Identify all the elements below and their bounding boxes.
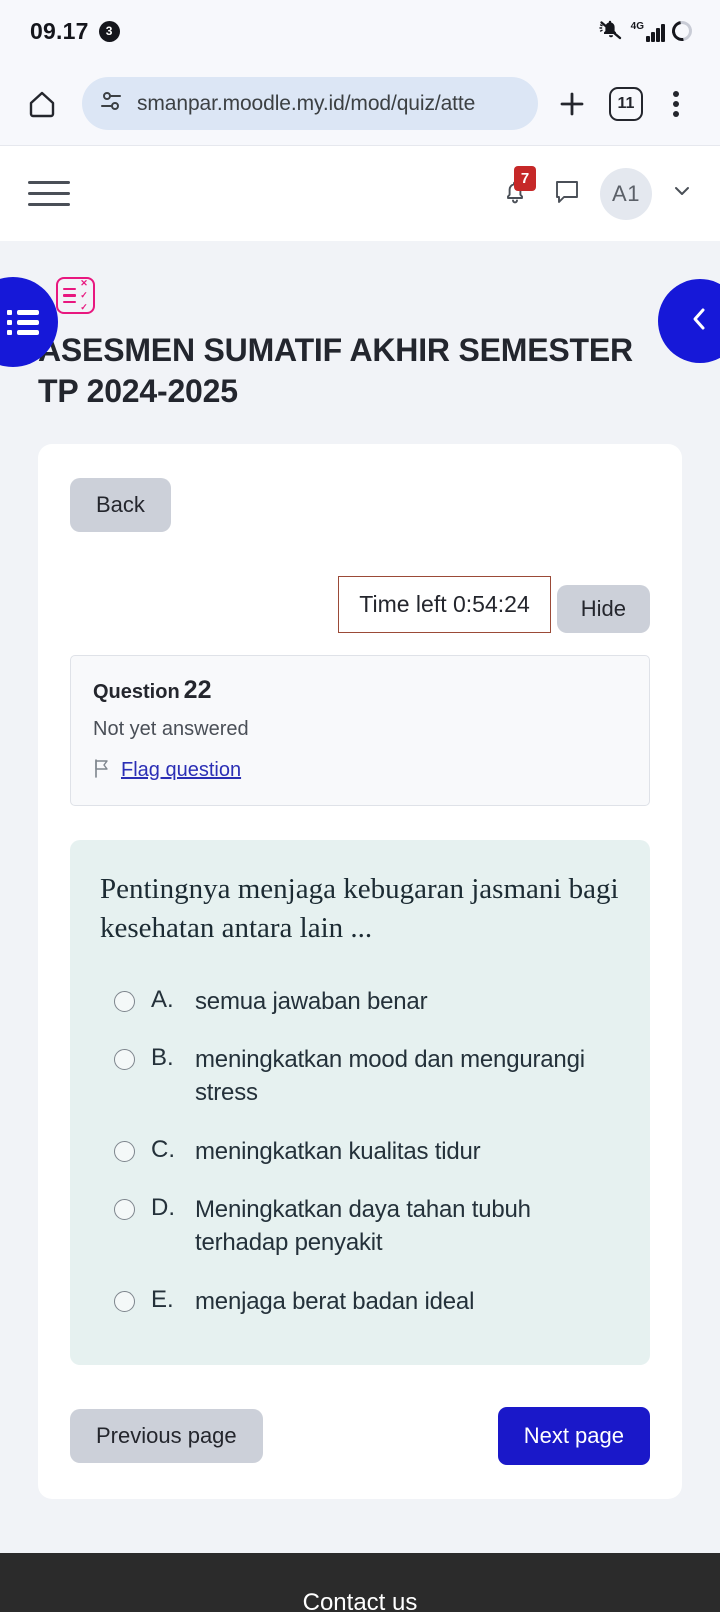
battery-icon [668,17,696,45]
question-panel: Pentingnya menjaga kebugaran jasmani bag… [70,839,650,1366]
answer-letter: B. [151,1044,174,1072]
answer-state: Not yet answered [93,717,249,740]
status-clock: 09.17 [30,17,89,44]
flag-question-link[interactable]: Flag question [121,759,241,782]
address-bar[interactable]: smanpar.moodle.my.id/mod/quiz/atte [82,77,538,130]
notification-count-badge: 3 [98,20,120,42]
site-footer: Contact us [0,1553,720,1612]
answer-text[interactable]: meningkatkan kualitas tidur [195,1136,481,1169]
kebab-menu-icon[interactable] [656,90,696,117]
moodle-navbar: 7 A1 [0,145,720,241]
question-number: 22 [183,675,212,704]
site-settings-icon[interactable] [100,90,124,117]
answer-letter: C. [151,1135,175,1163]
mute-bell-icon [598,17,624,46]
hide-timer-button[interactable]: Hide [556,584,650,633]
chevron-down-icon[interactable] [670,179,694,208]
quiz-icon-lines [63,287,77,304]
answer-text[interactable]: semua jawaban benar [195,986,428,1019]
quiz-timer-row: Time left 0:54:24 Hide [70,575,650,633]
page-title: ASESMEN SUMATIF AKHIR SEMESTER TP 2024-2… [38,332,633,409]
browser-toolbar: smanpar.moodle.my.id/mod/quiz/atte 11 [0,62,720,145]
signal-bars-icon: 4G [631,20,665,42]
answer-option[interactable]: D. Meningkatkan daya tahan tubuh terhada… [114,1181,622,1272]
status-bar-left: 09.17 3 [30,18,120,45]
answer-option[interactable]: A. semua jawaban benar [114,973,622,1032]
quiz-navigation-row: Previous page Next page [70,1407,650,1466]
chevron-left-icon [685,304,715,339]
notification-badge: 7 [514,165,536,191]
answer-text[interactable]: meningkatkan mood dan mengurangi stress [195,1044,622,1109]
next-page-button[interactable]: Next page [497,1407,650,1466]
quiz-attempt-card: Back Time left 0:54:24 Hide Question 22 N… [38,443,682,1500]
back-button[interactable]: Back [70,477,171,532]
radio-button[interactable] [114,1049,135,1071]
tab-count-label[interactable]: 11 [609,86,643,121]
answer-option[interactable]: B. meningkatkan mood dan mengurangi stre… [114,1031,622,1122]
radio-button[interactable] [114,1140,135,1162]
answer-letter: D. [151,1194,175,1222]
answer-option[interactable]: E. menjaga berat badan ideal [114,1273,622,1332]
radio-button[interactable] [114,1290,135,1312]
contact-us-link[interactable]: Contact us [303,1589,418,1612]
navbar-actions: 7 A1 [500,165,694,220]
url-text[interactable]: smanpar.moodle.my.id/mod/quiz/atte [137,92,475,116]
course-index-icon [7,309,39,335]
question-label: Question [93,680,180,703]
answer-letter: A. [151,985,174,1013]
question-info-box: Question 22 Not yet answered Flag questio… [70,654,650,806]
answer-options-list: A. semua jawaban benar B. meningkatkan m… [98,973,622,1331]
avatar[interactable]: A1 [600,167,652,220]
page-body: ✕ ✓ ✓ ASESMEN SUMATIF AKHIR SEMESTER TP 20… [0,277,720,1510]
radio-button[interactable] [114,1199,135,1221]
plus-icon[interactable] [548,80,596,128]
answer-text[interactable]: menjaga berat badan ideal [195,1286,474,1319]
quiz-icon-marks: ✕ ✓ ✓ [80,278,88,312]
hamburger-icon[interactable] [28,175,70,212]
network-type-label: 4G [630,21,644,32]
home-icon[interactable] [18,80,66,128]
system-status-bar: 09.17 3 4G [0,0,720,62]
question-text: Pentingnya menjaga kebugaran jasmani bag… [100,872,619,945]
notifications-button[interactable]: 7 [500,165,536,213]
status-bar-right: 4G [598,17,696,46]
answer-text[interactable]: Meningkatkan daya tahan tubuh terhadap p… [195,1194,622,1259]
answer-letter: E. [151,1285,174,1313]
flag-icon [93,758,111,783]
quiz-icon: ✕ ✓ ✓ [56,277,95,314]
tab-counter-button[interactable]: 11 [602,80,650,128]
quiz-timer: Time left 0:54:24 [338,575,551,633]
answer-option[interactable]: C. meningkatkan kualitas tidur [114,1123,622,1182]
radio-button[interactable] [114,990,135,1012]
previous-page-button[interactable]: Previous page [70,1409,263,1464]
messages-button[interactable] [552,176,582,211]
question-header: Question 22 [93,676,627,705]
flag-question-row[interactable]: Flag question [93,758,627,783]
